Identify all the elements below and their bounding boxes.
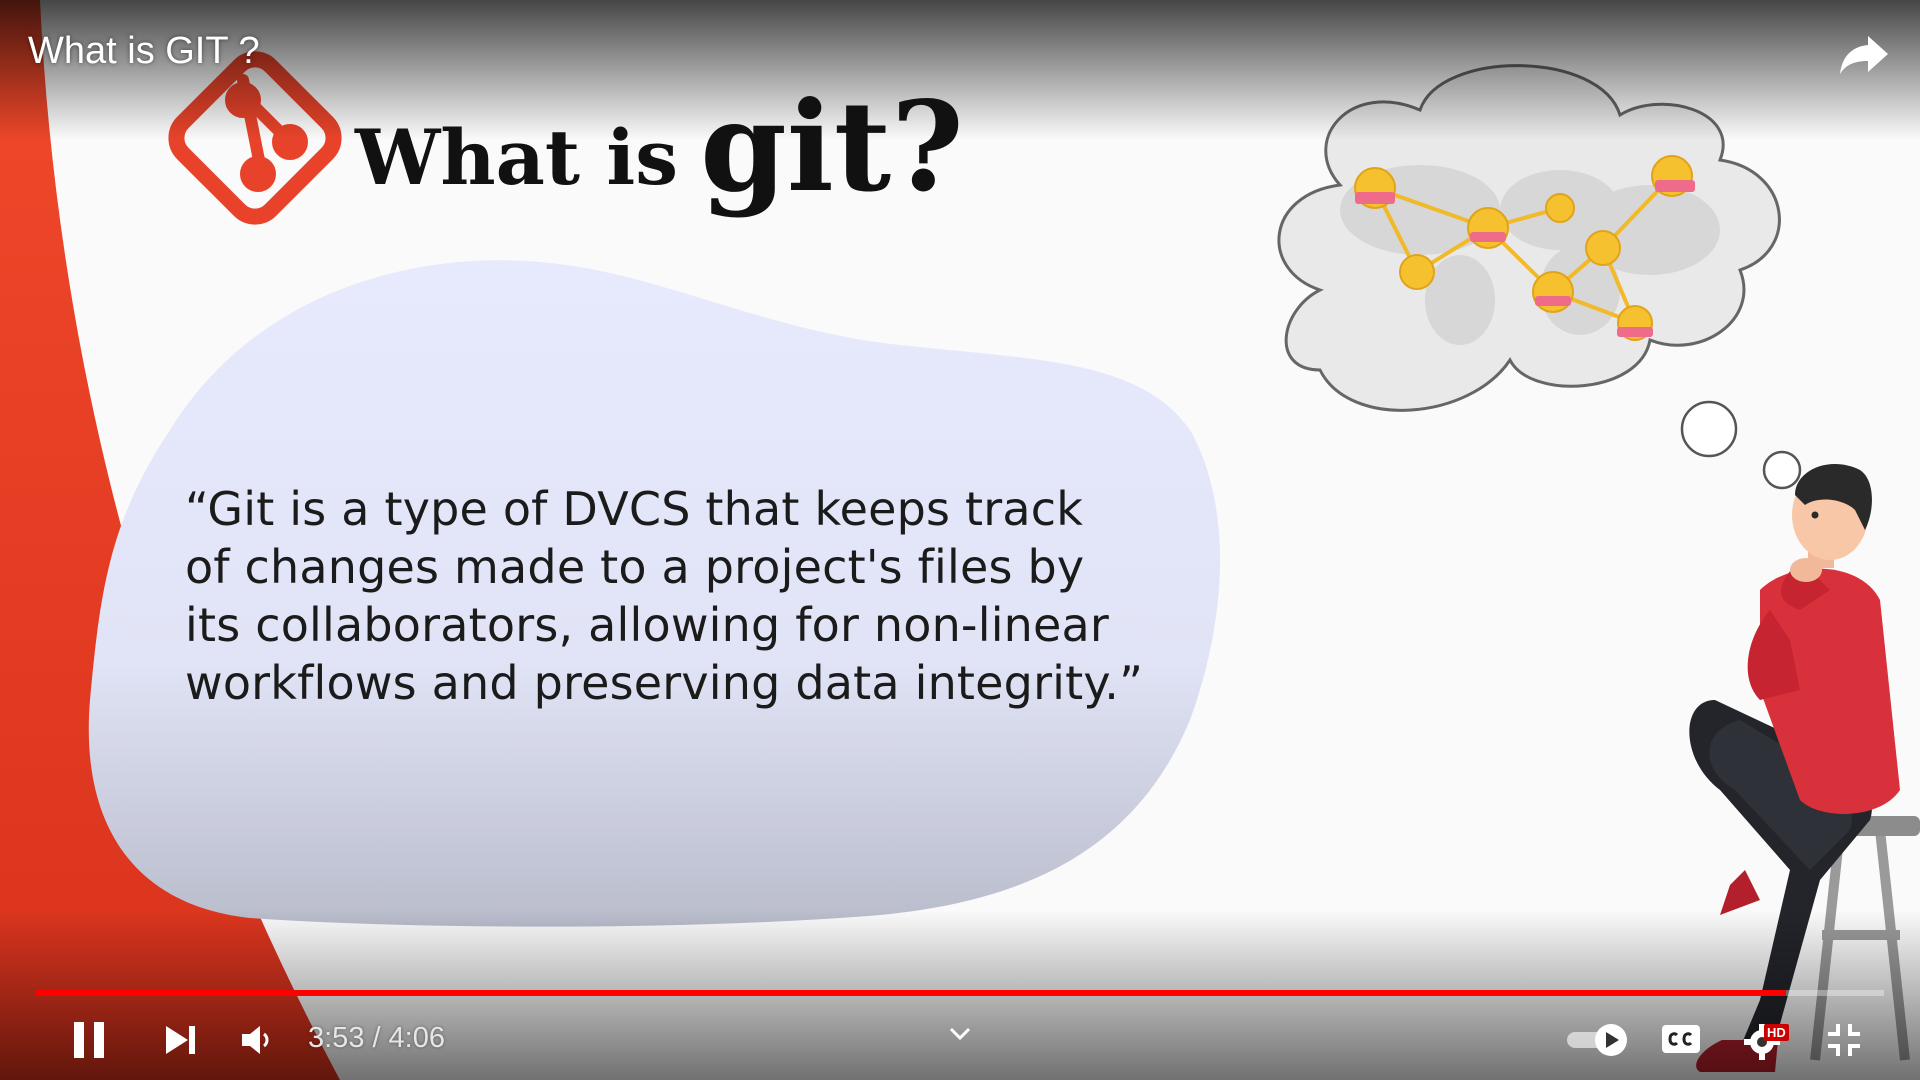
video-title[interactable]: What is GIT ? — [28, 30, 260, 73]
volume-button[interactable] — [238, 1022, 274, 1058]
cc-icon — [1662, 1025, 1700, 1053]
progress-bar[interactable] — [36, 990, 1884, 996]
exit-fullscreen-icon — [1828, 1024, 1860, 1056]
heading-main: git? — [700, 75, 964, 220]
settings-button[interactable]: HD — [1742, 1018, 1790, 1060]
quote-line: its collaborators, allowing for non-line… — [185, 598, 1110, 652]
share-button[interactable] — [1836, 30, 1892, 80]
definition-quote: “Git is a type of DVCS that keeps track … — [185, 480, 1144, 712]
chapters-button[interactable] — [948, 1024, 972, 1044]
share-arrow-icon — [1840, 36, 1888, 74]
quote-line: of changes made to a project's files by — [185, 540, 1085, 594]
time-separator: / — [372, 1022, 381, 1054]
quote-line: “Git is a type of DVCS that keeps track — [185, 482, 1084, 536]
skip-next-icon — [166, 1026, 195, 1054]
hd-badge: HD — [1764, 1024, 1789, 1041]
progress-played — [36, 990, 1787, 996]
time-display: 3:53/4:06 — [308, 1022, 445, 1055]
exit-fullscreen-button[interactable] — [1824, 1020, 1864, 1060]
current-time: 3:53 — [308, 1022, 365, 1054]
slide-heading: What is git? — [355, 70, 964, 220]
pause-icon — [74, 1022, 104, 1058]
duration: 4:06 — [388, 1022, 445, 1054]
volume-icon — [242, 1026, 269, 1054]
heading-prefix: What is — [355, 113, 679, 202]
thought-bubble-large — [1680, 400, 1738, 458]
thought-bubble-small — [1762, 450, 1802, 490]
autoplay-toggle-icon — [1567, 1024, 1627, 1056]
quote-line: workflows and preserving data integrity.… — [185, 656, 1144, 710]
autoplay-toggle[interactable] — [1565, 1022, 1631, 1058]
video-player[interactable]: What is GIT ? What is git? “Git is a typ… — [0, 0, 1920, 1080]
chevron-down-icon — [949, 1027, 971, 1041]
captions-button[interactable] — [1660, 1022, 1702, 1056]
next-button[interactable] — [160, 1020, 200, 1060]
pause-button[interactable] — [70, 1018, 110, 1062]
